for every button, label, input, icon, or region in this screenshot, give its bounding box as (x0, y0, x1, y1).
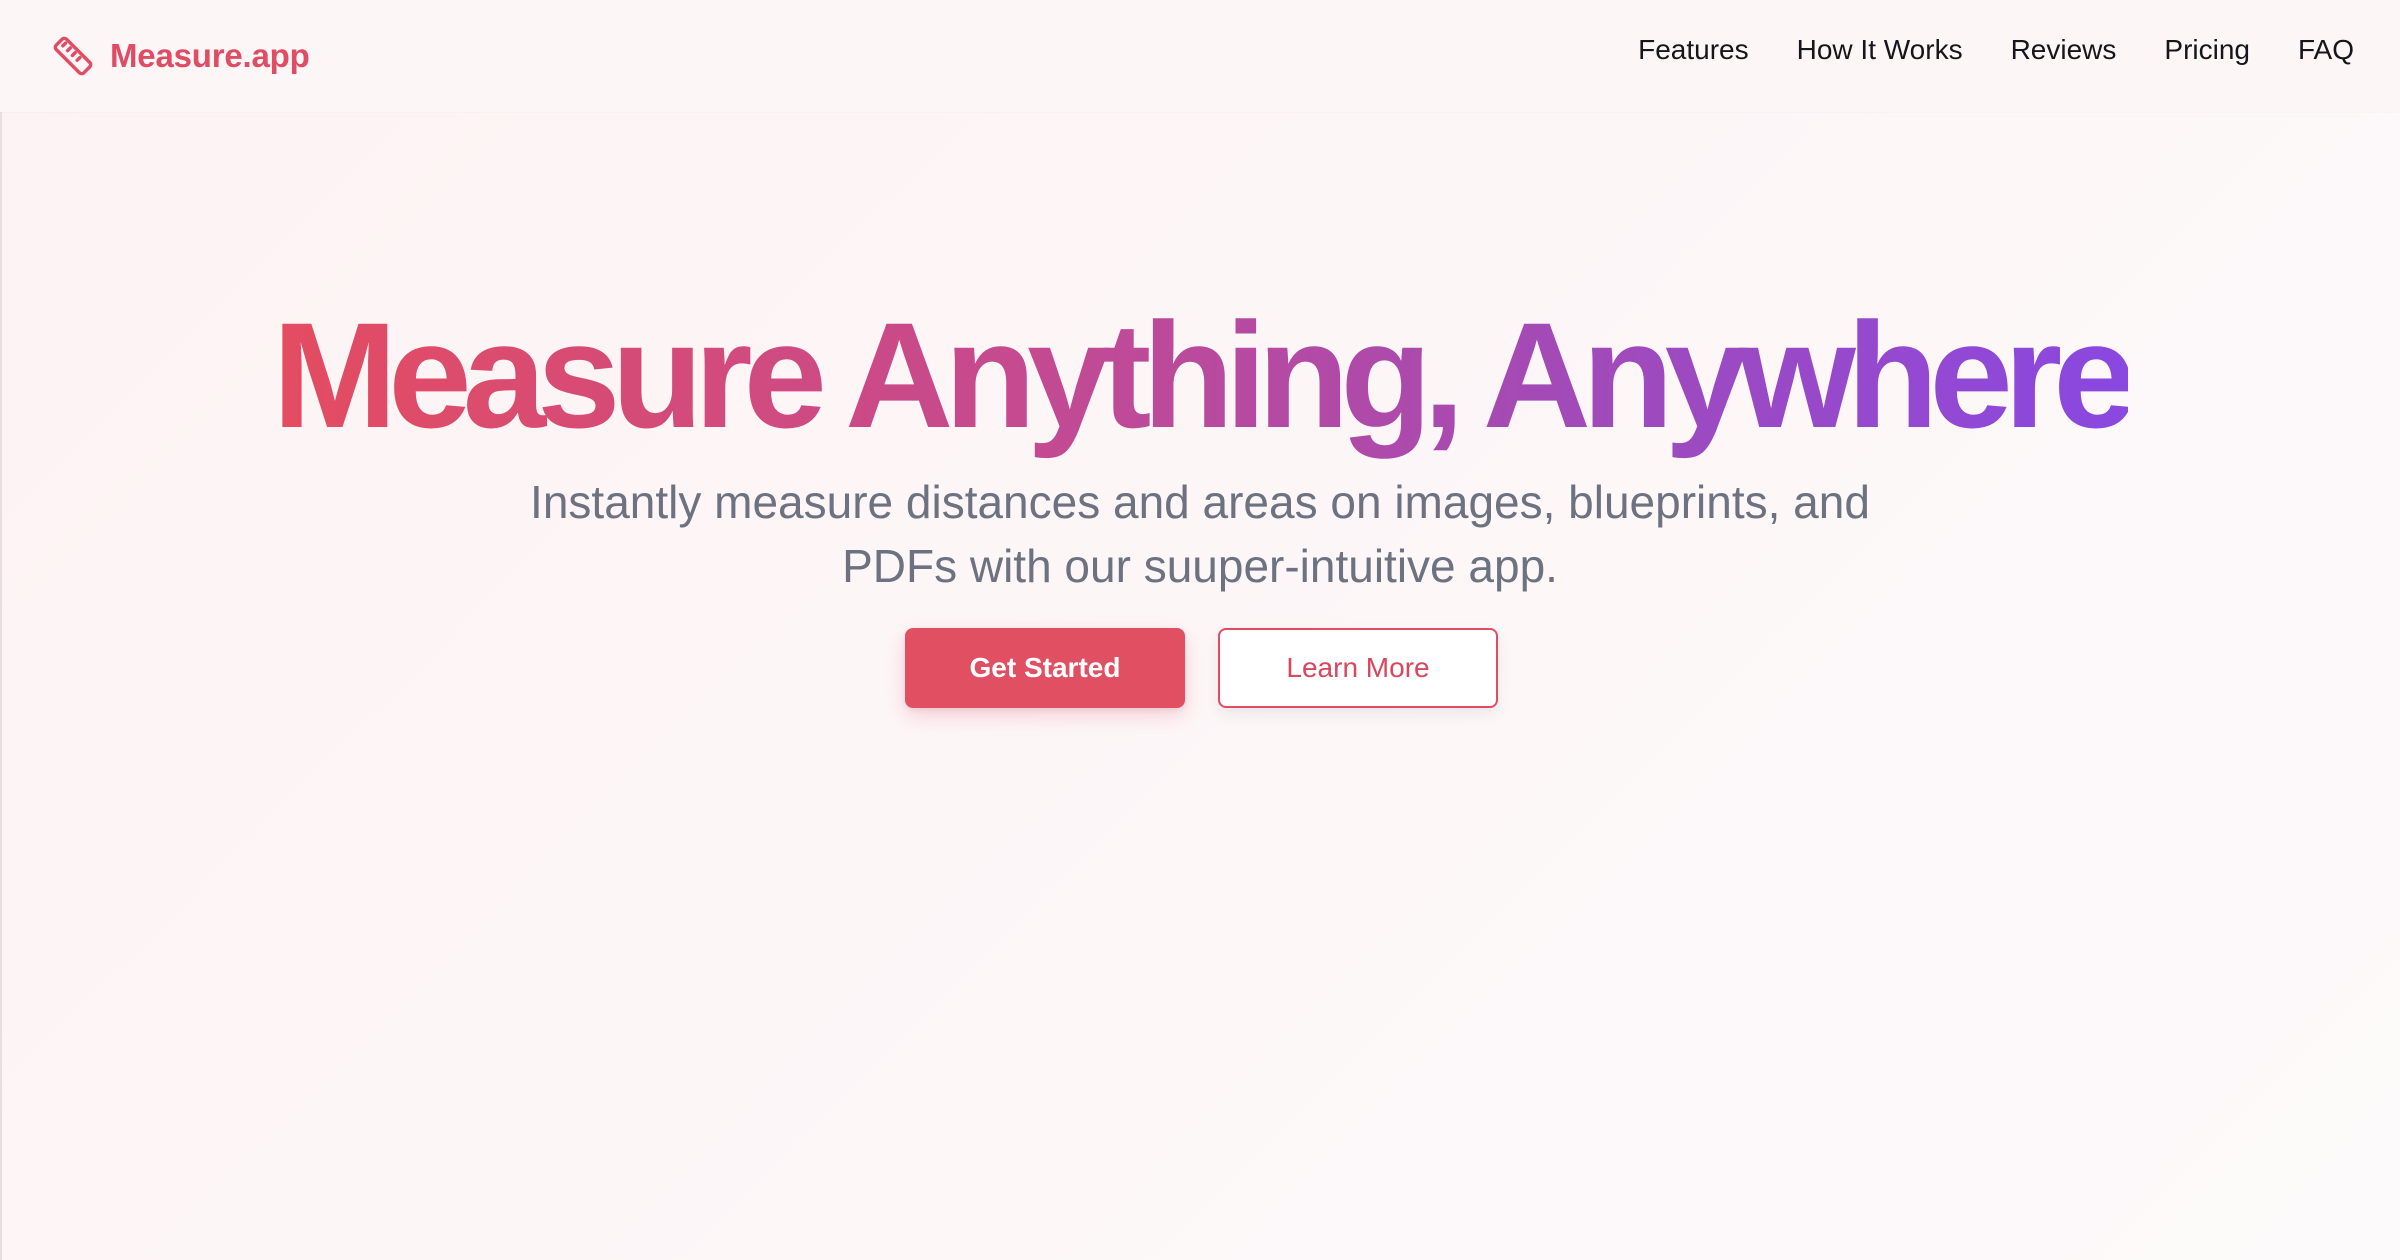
hero-subtitle-line-1: Instantly measure distances and areas on… (530, 476, 1870, 528)
hero-title: Measure Anything, Anywhere (0, 290, 2400, 460)
navbar: Measure.app Features How It Works Review… (0, 0, 2400, 112)
nav-link-pricing[interactable]: Pricing (2164, 34, 2250, 66)
hero-subtitle-line-2: PDFs with our suuper-intuitive app. (842, 540, 1558, 592)
nav-link-reviews[interactable]: Reviews (2011, 34, 2117, 66)
get-started-button[interactable]: Get Started (905, 628, 1185, 708)
brand-name: Measure.app (110, 37, 310, 74)
learn-more-button[interactable]: Learn More (1218, 628, 1498, 708)
hero-subtitle: Instantly measure distances and areas on… (500, 470, 1900, 598)
hero-title-text: Measure Anything, Anywhere (272, 291, 2136, 459)
brand-logo-link[interactable]: Measure.app (50, 30, 310, 82)
ruler-icon (53, 36, 93, 76)
nav-link-features[interactable]: Features (1638, 34, 1749, 66)
window-left-border (0, 0, 2, 1260)
nav-links: Features How It Works Reviews Pricing FA… (1638, 34, 2354, 66)
nav-link-faq[interactable]: FAQ (2298, 34, 2354, 66)
nav-link-how-it-works[interactable]: How It Works (1797, 34, 1963, 66)
